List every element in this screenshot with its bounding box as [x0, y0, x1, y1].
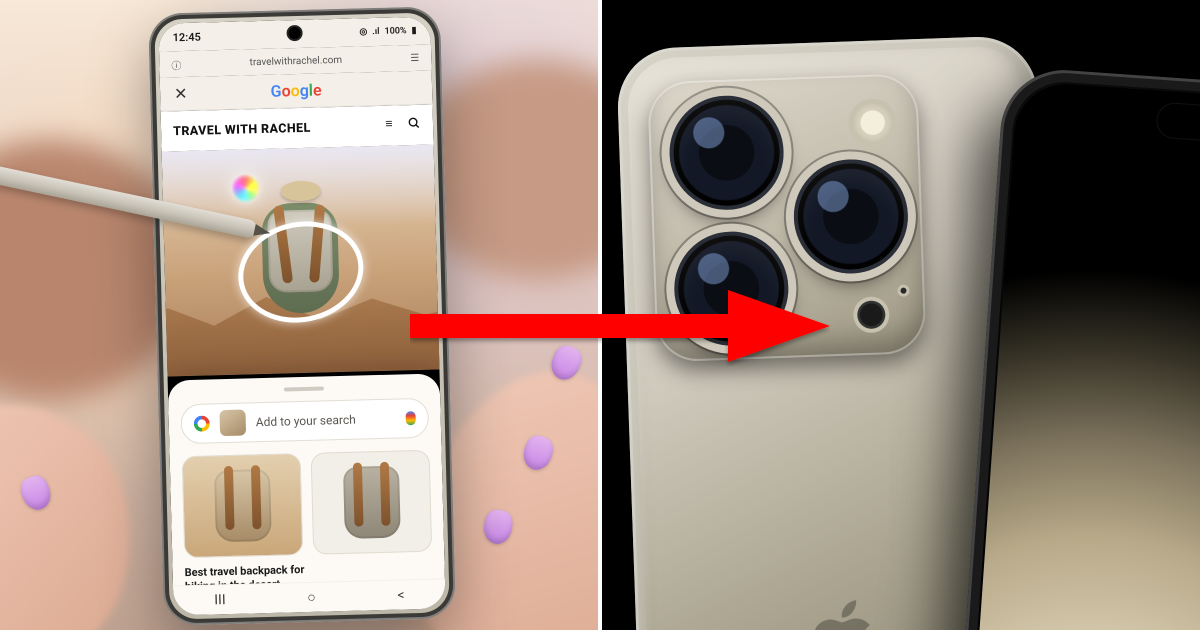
right-panel	[602, 0, 1200, 630]
left-panel: 12:45 ◎ .ıl 100% ▮ ⓘ travelwithrachel.co…	[0, 0, 598, 630]
home-button[interactable]: ○	[307, 589, 316, 606]
google-overlay-bar: ✕ Google	[160, 71, 433, 112]
site-info-icon[interactable]: ⓘ	[171, 57, 181, 72]
close-icon[interactable]: ✕	[174, 84, 188, 103]
search-field[interactable]: Add to your search	[180, 398, 429, 444]
camera-lens	[668, 94, 786, 212]
google-g-icon	[194, 415, 210, 431]
reader-icon[interactable]: ☰	[410, 52, 419, 63]
status-icons: ◎ .ıl 100% ▮	[359, 26, 416, 37]
site-title: TRAVEL WITH RACHEL	[173, 120, 311, 139]
image-chip[interactable]	[219, 410, 246, 437]
iphone-wallpaper	[971, 81, 1200, 630]
signal-icon: .ıl	[372, 27, 380, 37]
url-domain: travelwithrachel.com	[189, 53, 402, 70]
mic-hole	[900, 288, 906, 294]
nfc-icon: ◎	[359, 27, 367, 37]
hand-left	[0, 380, 158, 630]
camera-lens	[792, 157, 910, 275]
hamburger-icon[interactable]: ≡	[385, 117, 393, 135]
android-nav-bar: III ○ <	[173, 578, 446, 615]
recents-button[interactable]: III	[214, 592, 226, 608]
lidar-sensor	[857, 300, 886, 329]
back-button[interactable]: <	[397, 587, 405, 603]
result-cards	[182, 450, 433, 558]
android-phone: 12:45 ◎ .ıl 100% ▮ ⓘ travelwithrachel.co…	[148, 6, 456, 625]
android-screen: 12:45 ◎ .ıl 100% ▮ ⓘ travelwithrachel.co…	[158, 17, 445, 616]
result-card[interactable]	[311, 450, 433, 555]
battery-icon: ▮	[411, 26, 416, 36]
battery-text: 100%	[384, 26, 406, 37]
result-card[interactable]	[182, 453, 304, 558]
status-time: 12:45	[172, 30, 200, 44]
camera-lens	[672, 230, 790, 348]
google-logo: Google	[270, 80, 321, 100]
sheet-drag-handle[interactable]	[284, 386, 324, 391]
mic-icon[interactable]	[406, 411, 416, 425]
apple-logo-icon	[814, 599, 878, 630]
flash-icon	[852, 102, 893, 143]
search-placeholder: Add to your search	[256, 412, 396, 430]
search-icon[interactable]	[407, 116, 421, 134]
article-hero-image	[162, 144, 440, 376]
camera-module	[647, 73, 927, 362]
